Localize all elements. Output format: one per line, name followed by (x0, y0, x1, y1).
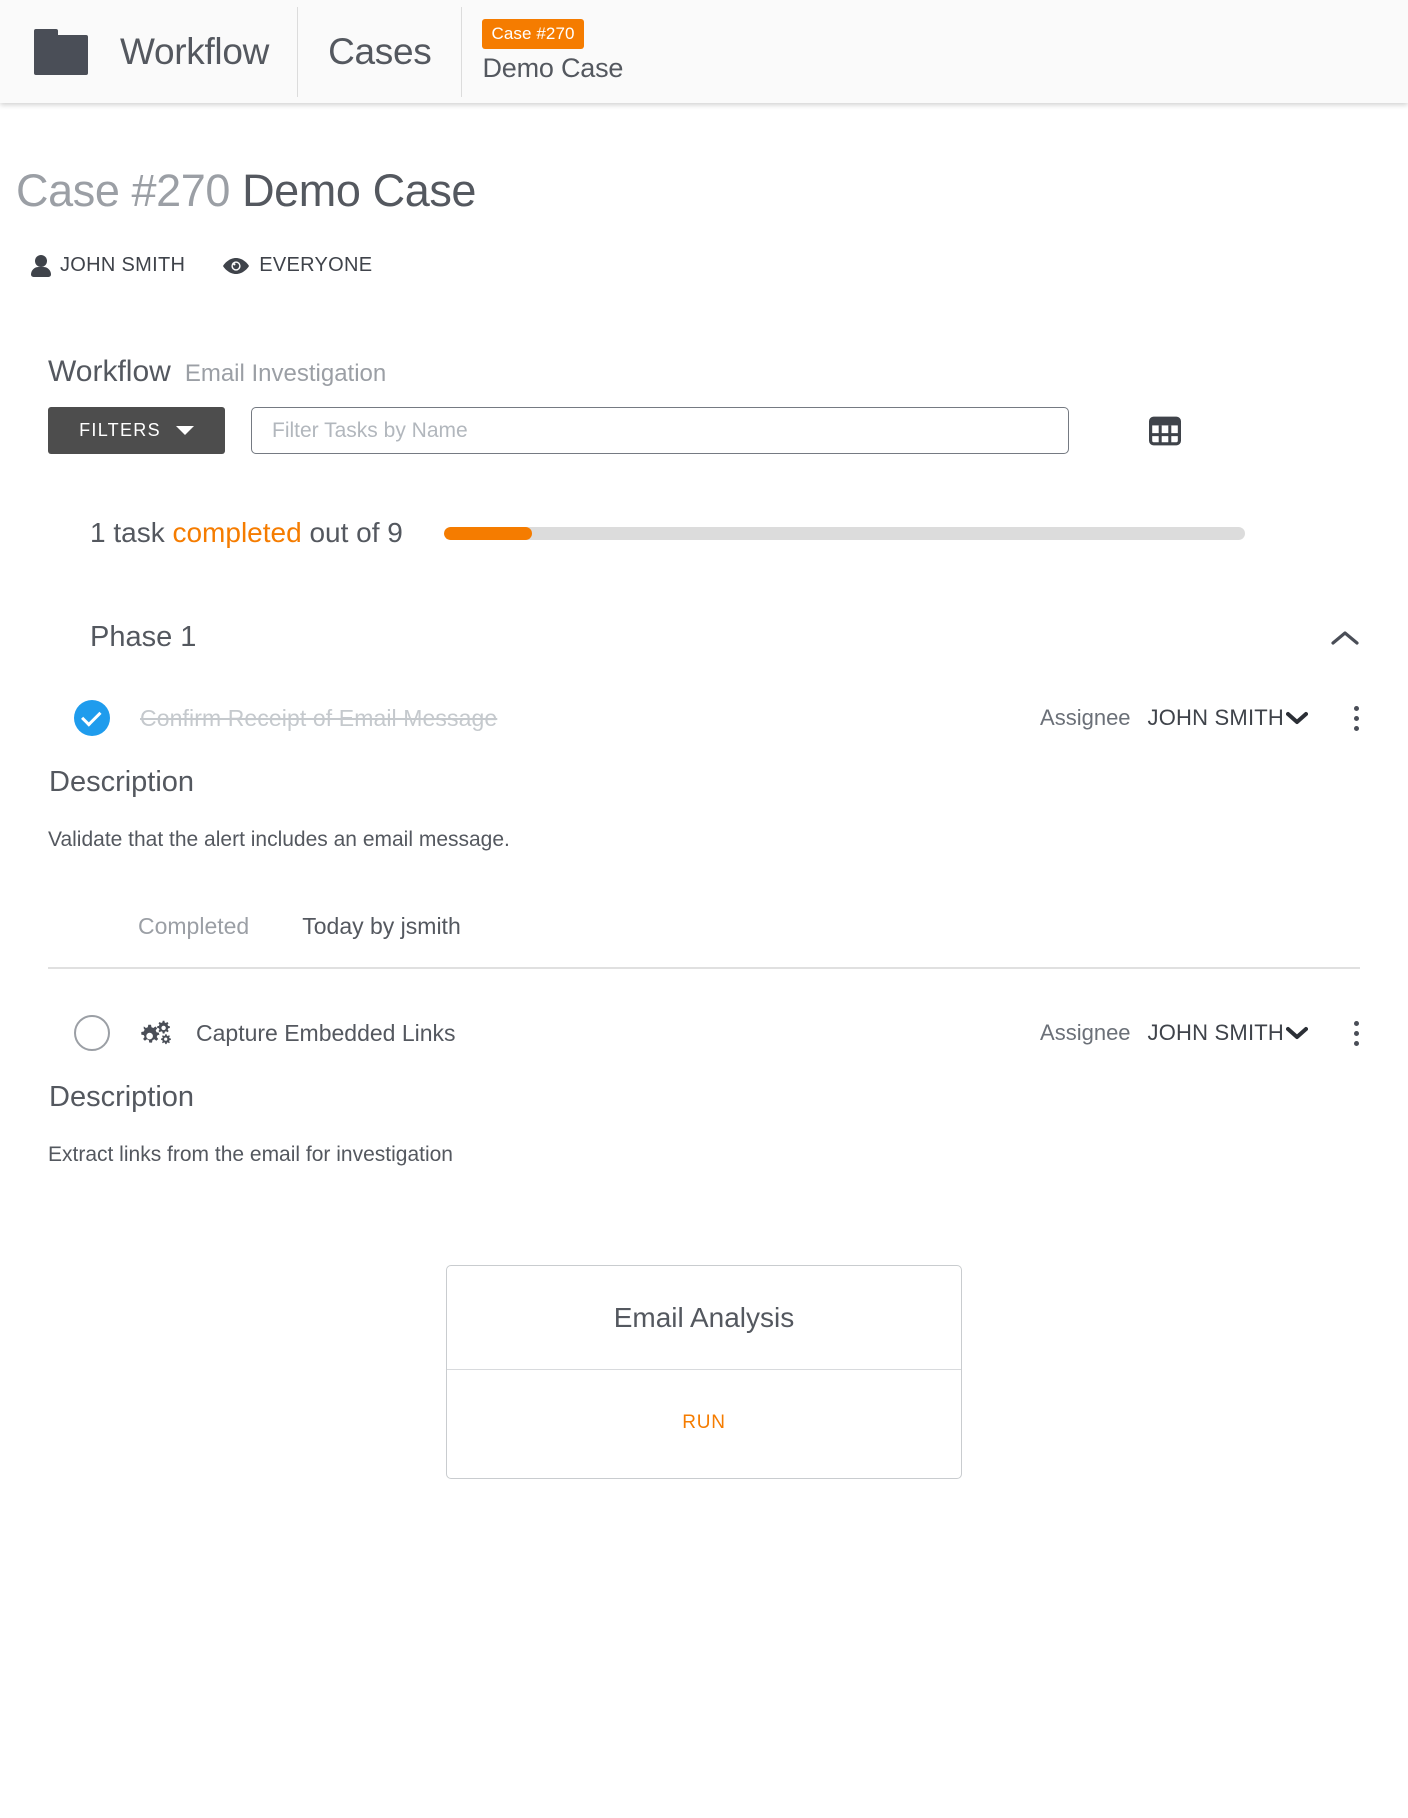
description-text: Validate that the alert includes an emai… (48, 828, 510, 851)
description-title: Description (49, 1081, 195, 1113)
gears-icon (110, 1018, 172, 1048)
page-title: Case #270 Demo Case (16, 165, 1408, 217)
workflow-heading: Workflow Email Investigation (48, 355, 1408, 389)
assignee-name: JOHN SMITH (1147, 1020, 1284, 1045)
eye-icon (222, 256, 250, 276)
assignee-label: Assignee (1040, 1020, 1131, 1045)
phase-title: Phase 1 (90, 621, 197, 653)
task-status-label: Completed (138, 913, 250, 939)
chevron-down-icon (175, 426, 194, 435)
case-owner-label: JOHN SMITH (60, 254, 186, 276)
grid-table-icon (1149, 416, 1181, 449)
description-title: Description (49, 766, 195, 798)
kebab-menu-icon[interactable] (1352, 703, 1360, 734)
check-circle-icon[interactable] (74, 700, 110, 736)
grid-view-button[interactable] (1145, 412, 1185, 450)
workflow-name: Email Investigation (184, 360, 387, 387)
assignee-label: Assignee (1040, 705, 1131, 730)
page-title-case-number: Case #270 (16, 165, 231, 216)
progress-bar-fill (443, 526, 532, 540)
chevron-down-icon (1286, 711, 1308, 725)
task-name[interactable]: Confirm Receipt of Email Message (140, 705, 497, 732)
task-item: Capture Embedded Links Assignee JOHN SMI… (48, 1015, 1360, 1479)
task-controls: Assignee JOHN SMITH (1040, 1018, 1360, 1049)
case-number-badge: Case #270 (482, 19, 584, 49)
action-card-title: Email Analysis (447, 1266, 961, 1370)
description-text: Extract links from the email for investi… (48, 1143, 453, 1166)
breadcrumb-current-case[interactable]: Case #270 Demo Case (462, 19, 623, 84)
assignee-selector[interactable]: JOHN SMITH (1148, 705, 1308, 731)
task-status-value: Today by jsmith (302, 913, 461, 939)
action-card-wrapper: Email Analysis RUN (48, 1265, 1360, 1479)
case-meta-row: JOHN SMITH EVERYONE (31, 254, 1408, 277)
workflow-label: Workflow (48, 355, 171, 388)
case-visibility[interactable]: EVERYONE (222, 254, 372, 277)
empty-circle-icon[interactable] (74, 1015, 110, 1051)
progress-highlight: completed (172, 517, 302, 548)
task-divider (48, 967, 1360, 969)
kebab-menu-icon[interactable] (1352, 1018, 1360, 1049)
filter-tasks-input[interactable] (251, 407, 1069, 454)
progress-suffix: out of 9 (309, 517, 403, 548)
case-visibility-label: EVERYONE (259, 254, 373, 276)
filters-button[interactable]: FILTERS (48, 407, 225, 454)
top-navigation-bar: Workflow Cases Case #270 Demo Case (0, 0, 1408, 103)
assignee-name: JOHN SMITH (1147, 705, 1284, 730)
app-brand-workflow[interactable]: Workflow (90, 31, 297, 73)
task-status-line: Completed Today by jsmith (138, 913, 1360, 940)
workflow-controls: FILTERS (48, 407, 1408, 454)
chevron-up-icon[interactable] (1330, 629, 1360, 647)
assignee-selector[interactable]: JOHN SMITH (1148, 1020, 1308, 1046)
page-title-case-name: Demo Case (242, 165, 477, 216)
case-owner[interactable]: JOHN SMITH (31, 254, 185, 277)
case-detail-page: Case #270 Demo Case JOHN SMITH EVERYONE W… (0, 165, 1408, 1479)
breadcrumb-cases[interactable]: Cases (298, 31, 461, 73)
filters-button-label: FILTERS (79, 420, 161, 440)
task-controls: Assignee JOHN SMITH (1040, 703, 1360, 734)
task-name[interactable]: Capture Embedded Links (196, 1020, 456, 1047)
task-progress: 1 task completed out of 9 (90, 517, 1408, 549)
chevron-down-icon (1286, 1026, 1308, 1040)
progress-text: 1 task completed out of 9 (90, 517, 403, 549)
action-run-button[interactable]: RUN (447, 1370, 961, 1478)
phase-header[interactable]: Phase 1 (90, 621, 1360, 654)
task-header-row: Capture Embedded Links Assignee JOHN SMI… (48, 1015, 1360, 1051)
progress-prefix: 1 task (90, 517, 165, 548)
progress-bar-track (443, 526, 1245, 540)
task-item: Confirm Receipt of Email Message Assigne… (48, 700, 1360, 969)
action-card: Email Analysis RUN (446, 1265, 962, 1479)
folder-icon (34, 28, 90, 75)
case-name-label: Demo Case (482, 53, 624, 83)
person-icon (31, 254, 51, 277)
task-header-row: Confirm Receipt of Email Message Assigne… (48, 700, 1360, 736)
